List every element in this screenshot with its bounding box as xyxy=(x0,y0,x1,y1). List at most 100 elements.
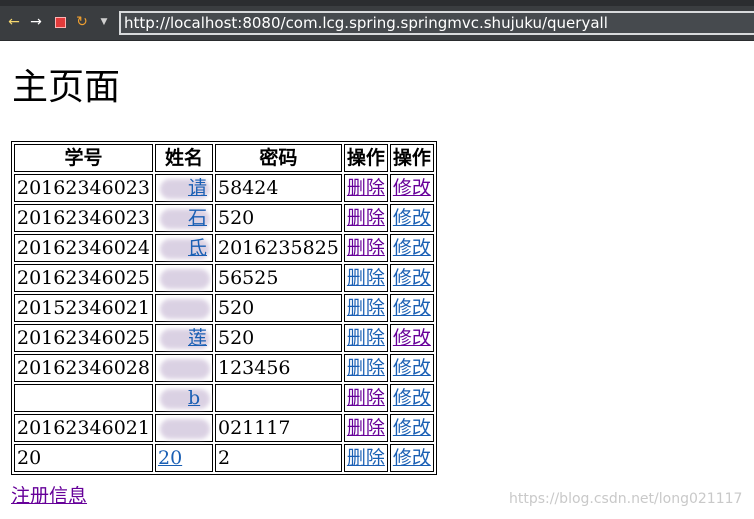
student-name-cell: 氐 xyxy=(154,234,213,262)
table-row: 20162346023 石 520 删除 修改 xyxy=(14,204,434,232)
delete-link[interactable]: 删除 xyxy=(347,297,385,319)
student-name-link[interactable] xyxy=(158,265,210,291)
column-header: 操作 xyxy=(343,144,388,172)
student-name-link[interactable]: 氐 xyxy=(158,235,210,261)
student-id-cell: 20 xyxy=(14,444,153,472)
delete-cell: 删除 xyxy=(343,234,388,262)
delete-cell: 删除 xyxy=(343,354,388,382)
chevron-down-icon[interactable]: ▼ xyxy=(98,14,110,30)
student-name-cell: b xyxy=(154,384,213,412)
column-header: 学号 xyxy=(14,144,153,172)
title-strip xyxy=(0,0,754,6)
student-name-link[interactable]: 20 xyxy=(158,447,182,469)
refresh-icon[interactable]: ↻ xyxy=(74,14,90,30)
delete-link[interactable]: 删除 xyxy=(347,177,385,199)
table-row: 20162346023 请 58424 删除 修改 xyxy=(14,174,434,202)
student-name-link[interactable] xyxy=(158,295,210,321)
password-cell xyxy=(214,384,342,412)
delete-link[interactable]: 删除 xyxy=(347,387,385,409)
student-name-cell: 石 xyxy=(154,204,213,232)
edit-link[interactable]: 修改 xyxy=(393,297,431,319)
student-id-cell: 20162346028 xyxy=(14,354,153,382)
edit-cell: 修改 xyxy=(389,264,434,292)
password-cell: 56525 xyxy=(214,264,342,292)
delete-link[interactable]: 删除 xyxy=(347,267,385,289)
delete-link[interactable]: 删除 xyxy=(347,207,385,229)
address-bar[interactable]: http://localhost:8080/com.lcg.spring.spr… xyxy=(119,11,754,35)
table-row: 20 20 2 删除 修改 xyxy=(14,444,434,472)
student-name-cell xyxy=(154,294,213,322)
delete-cell: 删除 xyxy=(343,204,388,232)
edit-cell: 修改 xyxy=(389,174,434,202)
student-name-text xyxy=(158,297,188,319)
table-row: 20162346021 021117 删除 修改 xyxy=(14,414,434,442)
student-id-cell: 20162346023 xyxy=(14,174,153,202)
back-arrow-icon[interactable]: ← xyxy=(6,14,22,30)
student-name-link[interactable] xyxy=(158,415,210,441)
delete-link[interactable]: 删除 xyxy=(347,417,385,439)
delete-cell: 删除 xyxy=(343,264,388,292)
student-name-cell: 请 xyxy=(154,174,213,202)
column-header: 操作 xyxy=(389,144,434,172)
edit-link[interactable]: 修改 xyxy=(393,207,431,229)
edit-cell: 修改 xyxy=(389,354,434,382)
student-name-text: 氐 xyxy=(187,237,207,259)
delete-link[interactable]: 删除 xyxy=(347,357,385,379)
edit-cell: 修改 xyxy=(389,294,434,322)
student-name-text xyxy=(158,417,188,439)
edit-link[interactable]: 修改 xyxy=(393,237,431,259)
password-cell: 2 xyxy=(214,444,342,472)
watermark: https://blog.csdn.net/long021117 xyxy=(509,491,743,507)
page-title: 主页面 xyxy=(12,67,121,108)
register-link[interactable]: 注册信息 xyxy=(11,481,87,508)
student-id-cell: 20162346021 xyxy=(14,414,153,442)
student-name-cell xyxy=(154,354,213,382)
table-row: 20162346028 123456 删除 修改 xyxy=(14,354,434,382)
password-cell: 2016235825 xyxy=(214,234,342,262)
student-name-link[interactable]: 石 xyxy=(158,205,210,231)
delete-cell: 删除 xyxy=(343,384,388,412)
delete-cell: 删除 xyxy=(343,324,388,352)
edit-link[interactable]: 修改 xyxy=(393,177,431,199)
student-id-cell: 20162346025 xyxy=(14,264,153,292)
edit-link[interactable]: 修改 xyxy=(393,417,431,439)
student-name-cell xyxy=(154,414,213,442)
student-name-text: 莲 xyxy=(187,327,207,349)
edit-link[interactable]: 修改 xyxy=(393,327,431,349)
delete-link[interactable]: 删除 xyxy=(347,447,385,469)
password-cell: 520 xyxy=(214,204,342,232)
student-id-cell: 20162346023 xyxy=(14,204,153,232)
edit-link[interactable]: 修改 xyxy=(393,387,431,409)
student-name-link[interactable]: 请 xyxy=(158,175,210,201)
password-cell: 520 xyxy=(214,324,342,352)
student-name-link[interactable]: 莲 xyxy=(158,325,210,351)
forward-arrow-icon[interactable]: → xyxy=(28,14,44,30)
edit-cell: 修改 xyxy=(389,204,434,232)
student-name-link[interactable] xyxy=(158,355,210,381)
edit-cell: 修改 xyxy=(389,414,434,442)
delete-link[interactable]: 删除 xyxy=(347,327,385,349)
table-row: 20162346025 莲 520 删除 修改 xyxy=(14,324,434,352)
delete-cell: 删除 xyxy=(343,174,388,202)
delete-link[interactable]: 删除 xyxy=(347,237,385,259)
table-header-row: 学号 姓名 密码 操作 操作 xyxy=(14,144,434,172)
password-cell: 123456 xyxy=(214,354,342,382)
browser-toolbar: ← → ↻ ▼ http://localhost:8080/com.lcg.sp… xyxy=(0,0,754,41)
edit-cell: 修改 xyxy=(389,384,434,412)
password-cell: 58424 xyxy=(214,174,342,202)
edit-link[interactable]: 修改 xyxy=(393,447,431,469)
delete-cell: 删除 xyxy=(343,294,388,322)
student-name-text: 石 xyxy=(187,207,207,229)
table-row: b 删除 修改 xyxy=(14,384,434,412)
student-name-cell: 莲 xyxy=(154,324,213,352)
password-cell: 520 xyxy=(214,294,342,322)
edit-link[interactable]: 修改 xyxy=(393,357,431,379)
column-header: 密码 xyxy=(214,144,342,172)
table-row: 20152346021 520 删除 修改 xyxy=(14,294,434,322)
student-name-link[interactable]: b xyxy=(158,385,210,411)
edit-cell: 修改 xyxy=(389,234,434,262)
edit-cell: 修改 xyxy=(389,444,434,472)
edit-link[interactable]: 修改 xyxy=(393,267,431,289)
stop-icon[interactable] xyxy=(52,14,68,30)
delete-cell: 删除 xyxy=(343,444,388,472)
